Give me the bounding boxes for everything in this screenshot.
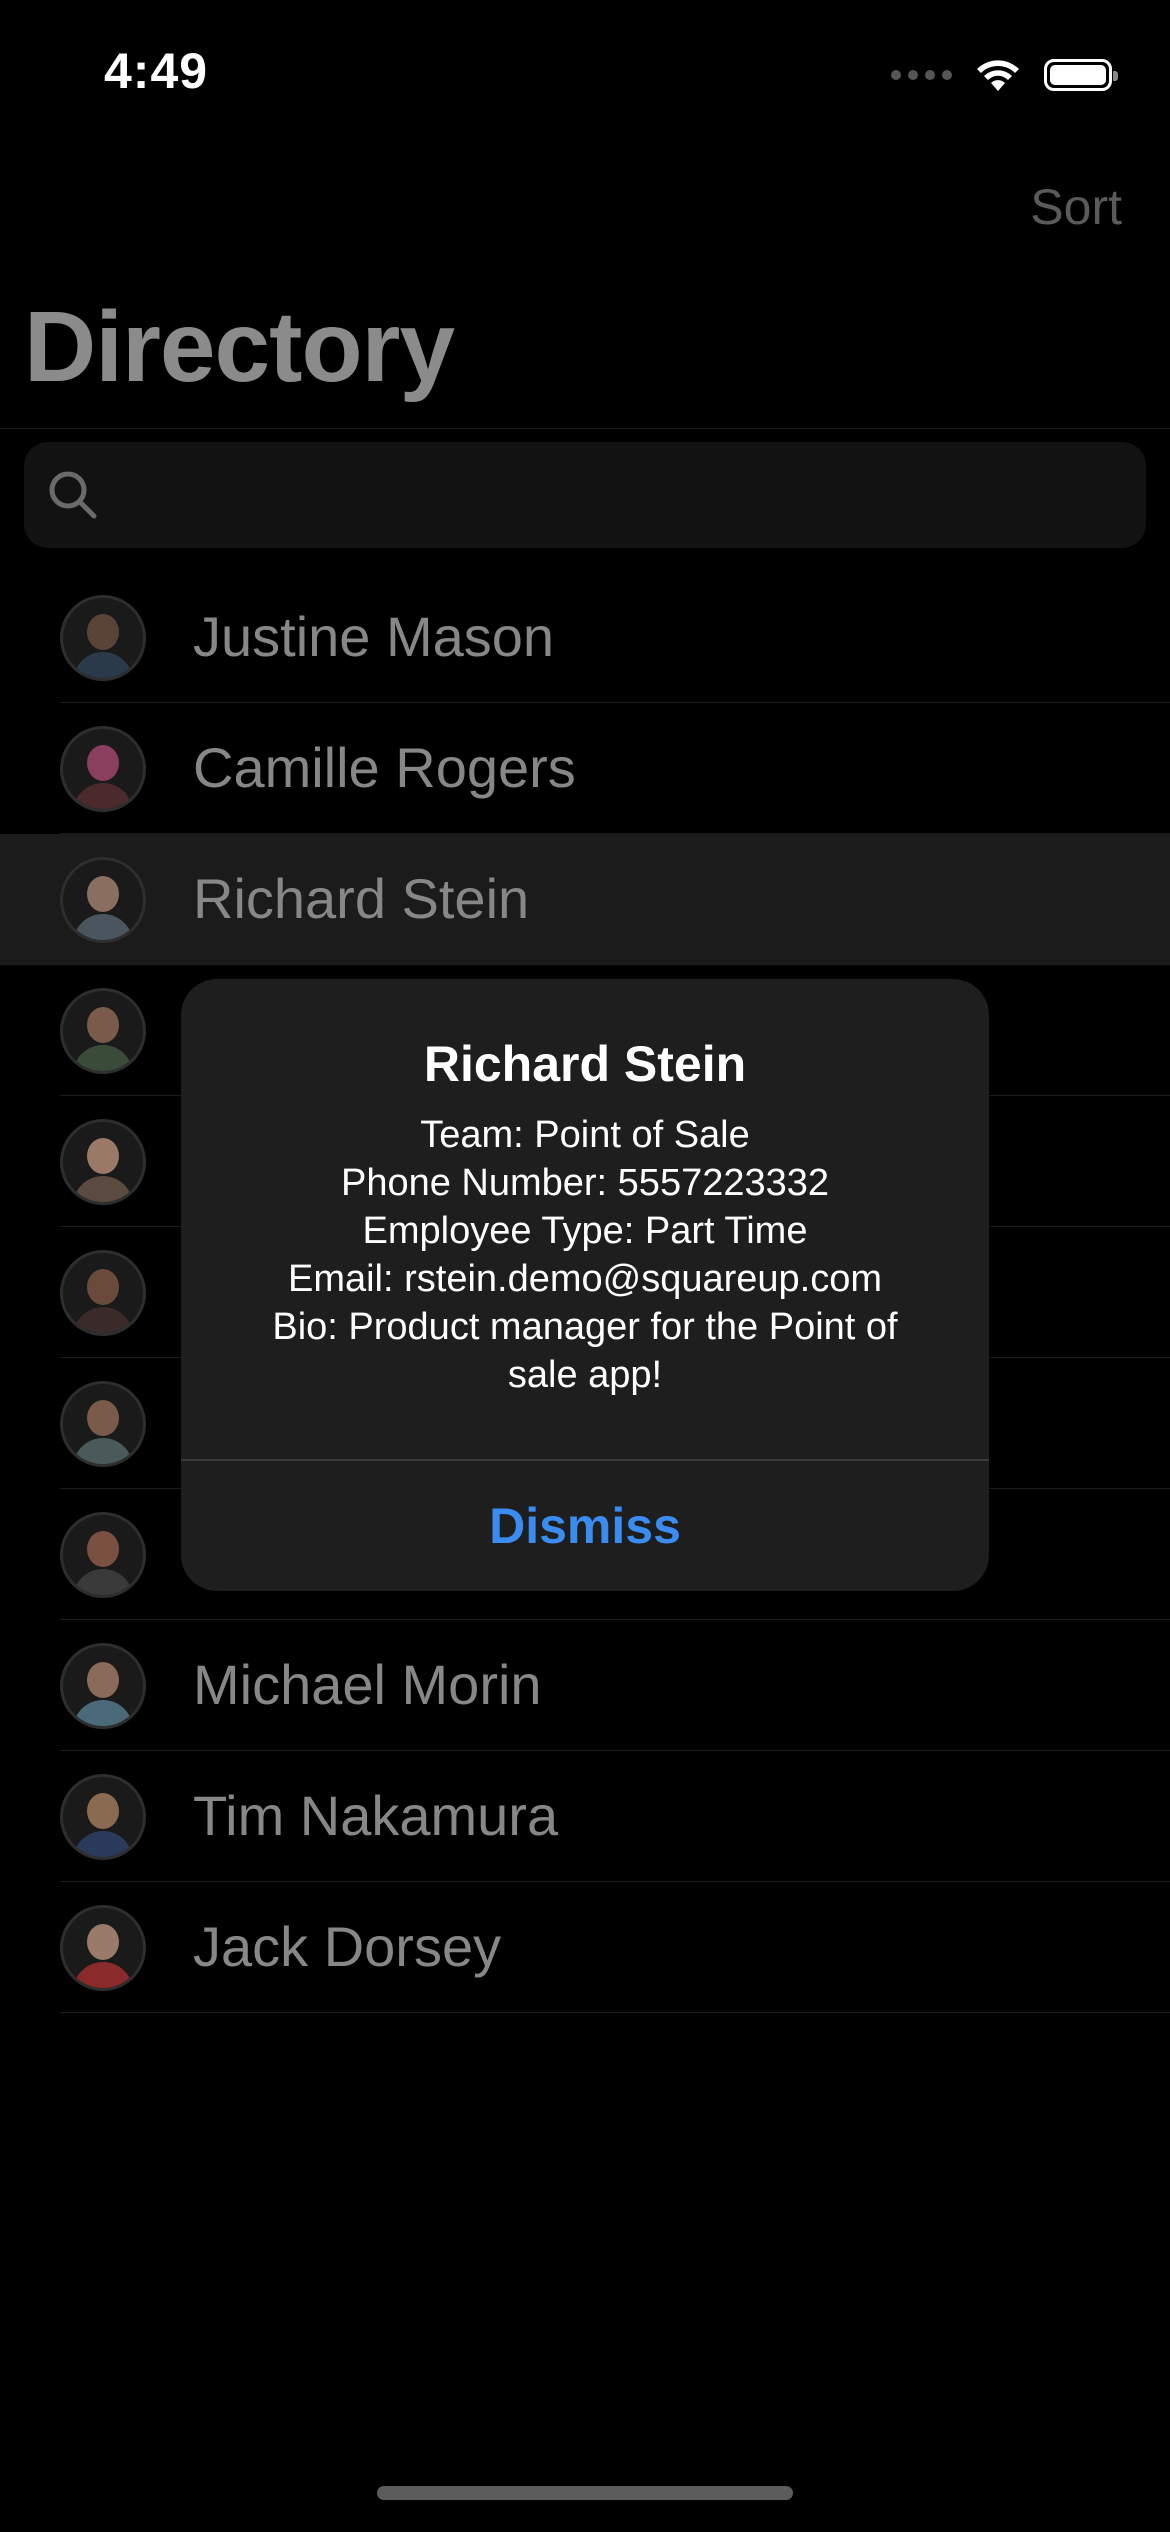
status-time: 4:49	[104, 43, 209, 99]
employee-name: Richard Stein	[193, 867, 530, 930]
alert-bio-line-2: sale app!	[507, 1354, 663, 1396]
avatar	[60, 1774, 146, 1860]
status-bar: 4:49	[0, 0, 1170, 150]
alert-bio-line-1: Bio: Product manager for the Point of	[272, 1306, 898, 1348]
employee-name: Jack Dorsey	[193, 1915, 502, 1978]
alert-body: Team: Point of Sale Phone Number: 555722…	[221, 1111, 949, 1399]
battery-icon	[1044, 59, 1118, 91]
sort-button[interactable]: Sort	[1030, 178, 1122, 236]
wifi-icon	[977, 60, 1019, 91]
alert-employee-type: Employee Type: Part Time	[362, 1210, 808, 1252]
status-icons	[891, 50, 1118, 100]
avatar	[60, 1905, 146, 1991]
search-input[interactable]	[24, 442, 1146, 548]
avatar	[60, 726, 146, 812]
avatar	[60, 1119, 146, 1205]
employee-detail-alert: Richard Stein Team: Point of Sale Phone …	[181, 979, 989, 1591]
avatar	[60, 857, 146, 943]
employee-row[interactable]: Jack Dorsey	[0, 1882, 1170, 2013]
avatar	[60, 988, 146, 1074]
avatar	[60, 1381, 146, 1467]
employee-name: Tim Nakamura	[193, 1784, 559, 1847]
alert-phone: Phone Number: 5557223332	[340, 1162, 830, 1204]
alert-email: Email: rstein.demo@squareup.com	[287, 1258, 883, 1300]
page-title: Directory	[24, 291, 455, 403]
alert-team: Team: Point of Sale	[420, 1114, 750, 1156]
dismiss-button[interactable]: Dismiss	[181, 1461, 989, 1591]
avatar	[60, 1250, 146, 1336]
avatar	[60, 1643, 146, 1729]
avatar	[60, 1512, 146, 1598]
employee-row[interactable]: Justine Mason	[0, 572, 1170, 703]
search-icon	[49, 471, 97, 519]
employee-name: Camille Rogers	[193, 736, 576, 799]
employee-row[interactable]: Tim Nakamura	[0, 1751, 1170, 1882]
employee-name: Justine Mason	[193, 605, 555, 668]
employee-row[interactable]: Michael Morin	[0, 1620, 1170, 1751]
home-indicator[interactable]	[377, 2486, 793, 2500]
alert-title: Richard Stein	[423, 1036, 747, 1092]
employee-name: Michael Morin	[193, 1653, 542, 1716]
title-divider	[0, 428, 1170, 429]
employee-row[interactable]: Richard Stein	[0, 834, 1170, 965]
row-divider	[60, 2012, 1170, 2013]
avatar	[60, 595, 146, 681]
cellular-signal-icon	[891, 70, 952, 80]
employee-row[interactable]: Camille Rogers	[0, 703, 1170, 834]
